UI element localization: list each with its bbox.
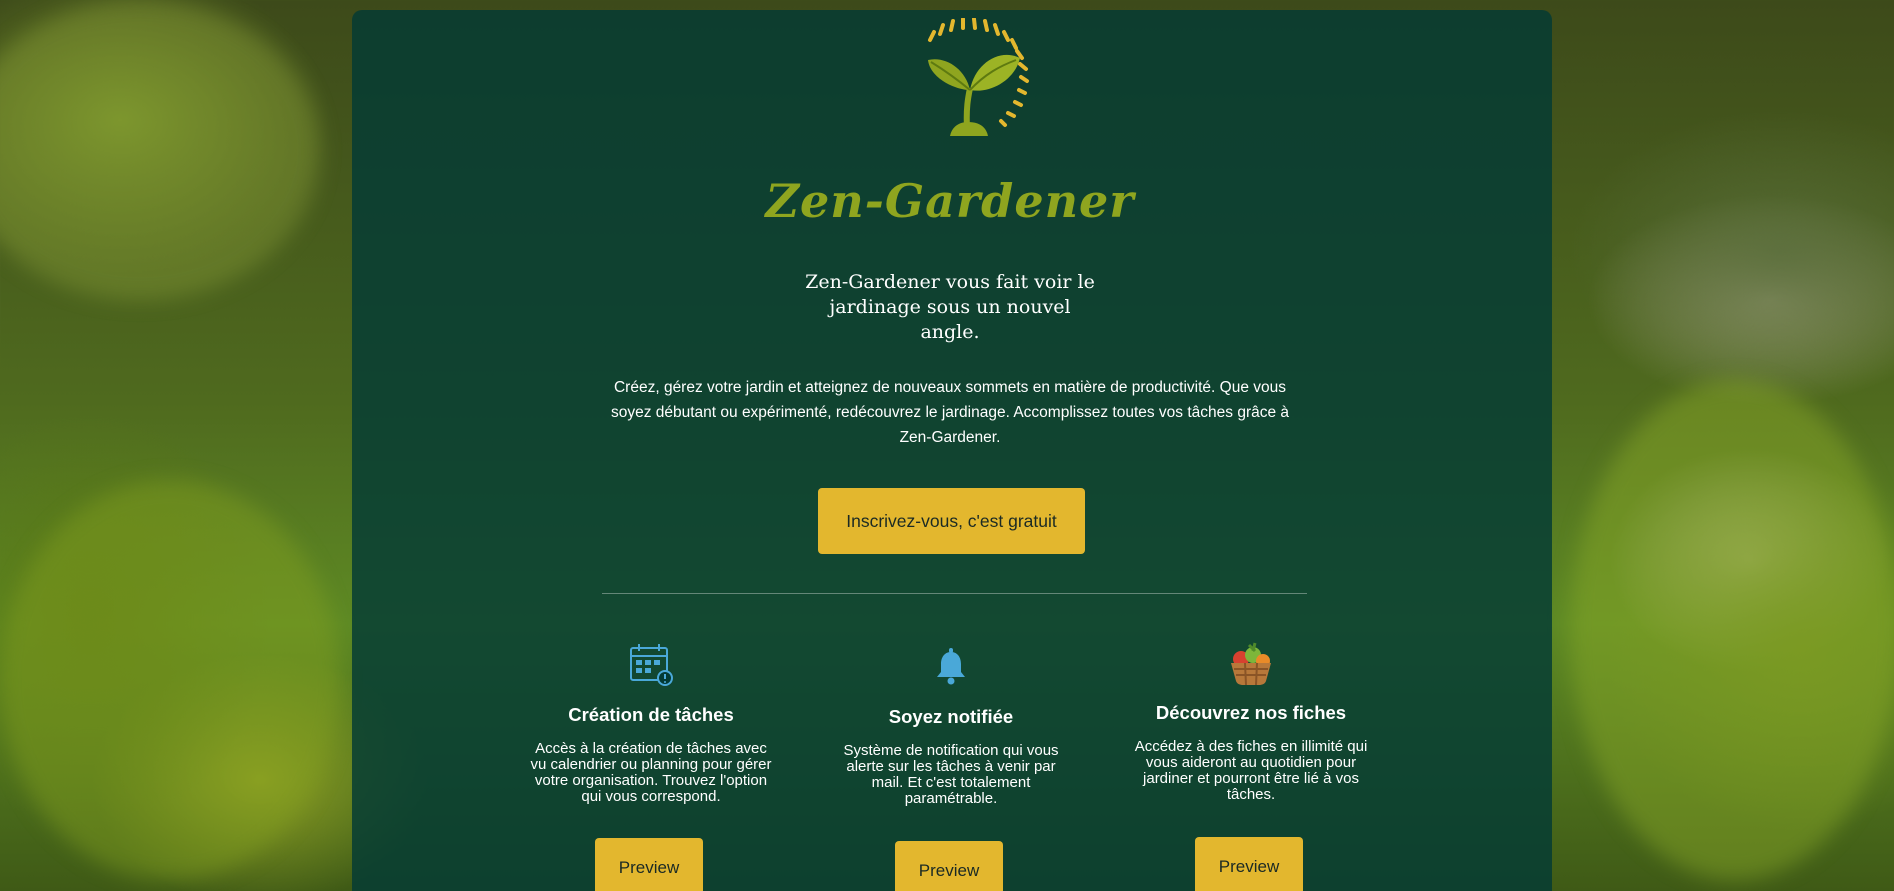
bell-icon bbox=[937, 648, 965, 685]
signup-button[interactable]: Inscrivez-vous, c'est gratuit bbox=[818, 488, 1085, 554]
feature-card-tasks: Création de tâches Accès à la création d… bbox=[511, 640, 791, 891]
calendar-icon bbox=[630, 644, 673, 686]
calendar-icon bbox=[511, 640, 791, 690]
feature-title: Soyez notifiée bbox=[888, 706, 1014, 727]
feature-description: Accès à la création de tâches avec vu ca… bbox=[530, 740, 772, 805]
background-foliage bbox=[0, 0, 320, 300]
feature-card-notifications: Soyez notifiée Système de notification q… bbox=[811, 642, 1091, 891]
divider bbox=[602, 593, 1307, 594]
brand-name: Zen-Gardener bbox=[765, 174, 1135, 228]
preview-button[interactable]: Preview bbox=[1195, 837, 1303, 891]
background-foliage bbox=[0, 480, 340, 880]
background-foliage bbox=[1570, 380, 1894, 880]
feature-description: Système de notification qui vous alerte … bbox=[843, 742, 1059, 807]
feature-title: Création de tâches bbox=[568, 704, 734, 725]
preview-button[interactable]: Preview bbox=[595, 838, 703, 891]
vegetable-basket-icon bbox=[1231, 642, 1271, 686]
intro-text: Créez, gérez votre jardin et atteignez d… bbox=[610, 379, 1290, 446]
sprout-logo-icon bbox=[928, 18, 1029, 136]
bell-icon bbox=[811, 642, 1091, 692]
feature-title: Découvrez nos fiches bbox=[1155, 702, 1347, 723]
tagline: Zen-Gardener vous fait voir le jardinage… bbox=[805, 271, 1095, 343]
preview-button[interactable]: Preview bbox=[895, 841, 1003, 891]
feature-card-sheets: Découvrez nos fiches Accédez à des fiche… bbox=[1111, 638, 1391, 891]
feature-description: Accédez à des fiches en illimité qui vou… bbox=[1134, 738, 1368, 803]
vegetable-basket-icon bbox=[1111, 638, 1391, 688]
